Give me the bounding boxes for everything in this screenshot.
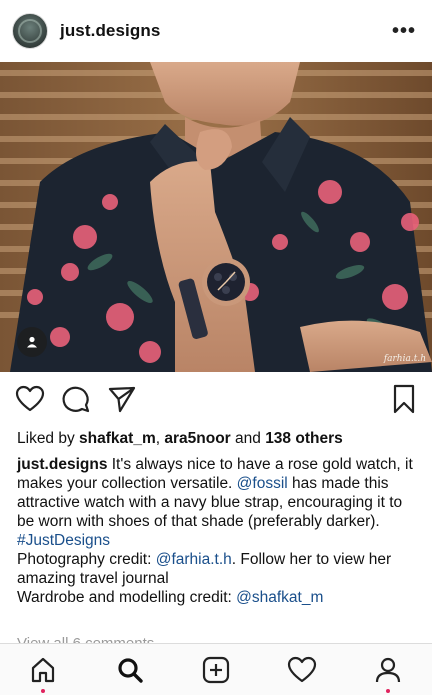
likes-and: and [230, 430, 266, 447]
activity-heart-icon[interactable] [286, 654, 318, 686]
user-tag-icon[interactable] [17, 327, 47, 357]
likes-line: Liked by shafkat_m, ara5noor and 138 oth… [17, 430, 343, 448]
wardrobe-credit-prefix: Wardrobe and modelling credit: [17, 589, 237, 606]
hashtag-link[interactable]: #JustDesigns [17, 532, 110, 549]
bookmark-icon[interactable] [388, 383, 420, 415]
mention-shafkat[interactable]: @shafkat_m [236, 589, 323, 606]
post-username[interactable]: just.designs [60, 21, 160, 41]
mention-fossil[interactable]: @fossil [237, 475, 288, 492]
home-notification-dot [41, 689, 45, 693]
profile-icon[interactable] [372, 654, 404, 686]
caption-username[interactable]: just.designs [17, 456, 107, 473]
search-icon[interactable] [114, 654, 146, 686]
likes-prefix: Liked by [17, 430, 80, 447]
photo-credit-prefix: Photography credit: [17, 551, 156, 568]
send-icon[interactable] [106, 383, 138, 415]
more-options-icon[interactable]: ••• [392, 21, 416, 41]
photo-illustration [0, 62, 432, 372]
bottom-nav [0, 643, 432, 695]
likes-others-link[interactable]: 138 others [265, 430, 343, 447]
home-icon[interactable] [27, 654, 59, 686]
post-photo[interactable]: farhia.t.h [0, 62, 432, 372]
heart-icon[interactable] [14, 383, 46, 415]
post-header: just.designs ••• [0, 0, 432, 62]
photo-watermark: farhia.t.h [383, 354, 426, 364]
post-caption: just.designs It's always nice to have a … [17, 455, 419, 607]
liker-link-2[interactable]: ara5noor [164, 430, 230, 447]
comment-icon[interactable] [60, 383, 92, 415]
profile-notification-dot [386, 689, 390, 693]
mention-farhia[interactable]: @farhia.t.h [156, 551, 232, 568]
liker-link-1[interactable]: shafkat_m [79, 430, 156, 447]
add-post-icon[interactable] [200, 654, 232, 686]
post-actions [0, 383, 432, 419]
avatar[interactable] [12, 13, 48, 49]
